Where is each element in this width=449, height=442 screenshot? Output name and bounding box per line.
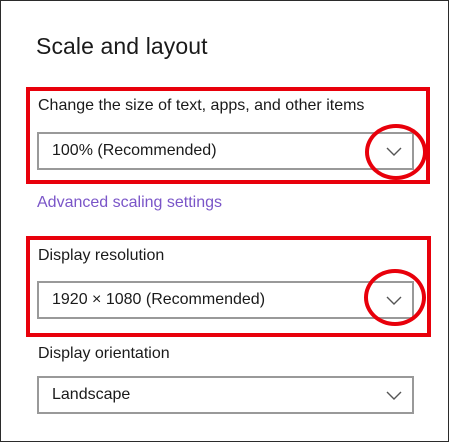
scale-dropdown[interactable]: 100% (Recommended) [37, 132, 414, 170]
resolution-dropdown[interactable]: 1920 × 1080 (Recommended) [37, 281, 414, 319]
resolution-value: 1920 × 1080 (Recommended) [52, 291, 266, 308]
orientation-value: Landscape [52, 386, 131, 403]
settings-panel: Scale and layout Change the size of text… [0, 0, 449, 442]
resolution-label: Display resolution [38, 247, 165, 264]
orientation-dropdown[interactable]: Landscape [37, 376, 414, 414]
chevron-down-icon [386, 391, 402, 400]
advanced-scaling-link[interactable]: Advanced scaling settings [37, 194, 222, 212]
orientation-label: Display orientation [38, 345, 170, 362]
chevron-down-icon [386, 147, 402, 156]
section-title: Scale and layout [36, 33, 208, 59]
scale-label: Change the size of text, apps, and other… [38, 97, 365, 114]
scale-value: 100% (Recommended) [52, 142, 217, 159]
chevron-down-icon [386, 296, 402, 305]
